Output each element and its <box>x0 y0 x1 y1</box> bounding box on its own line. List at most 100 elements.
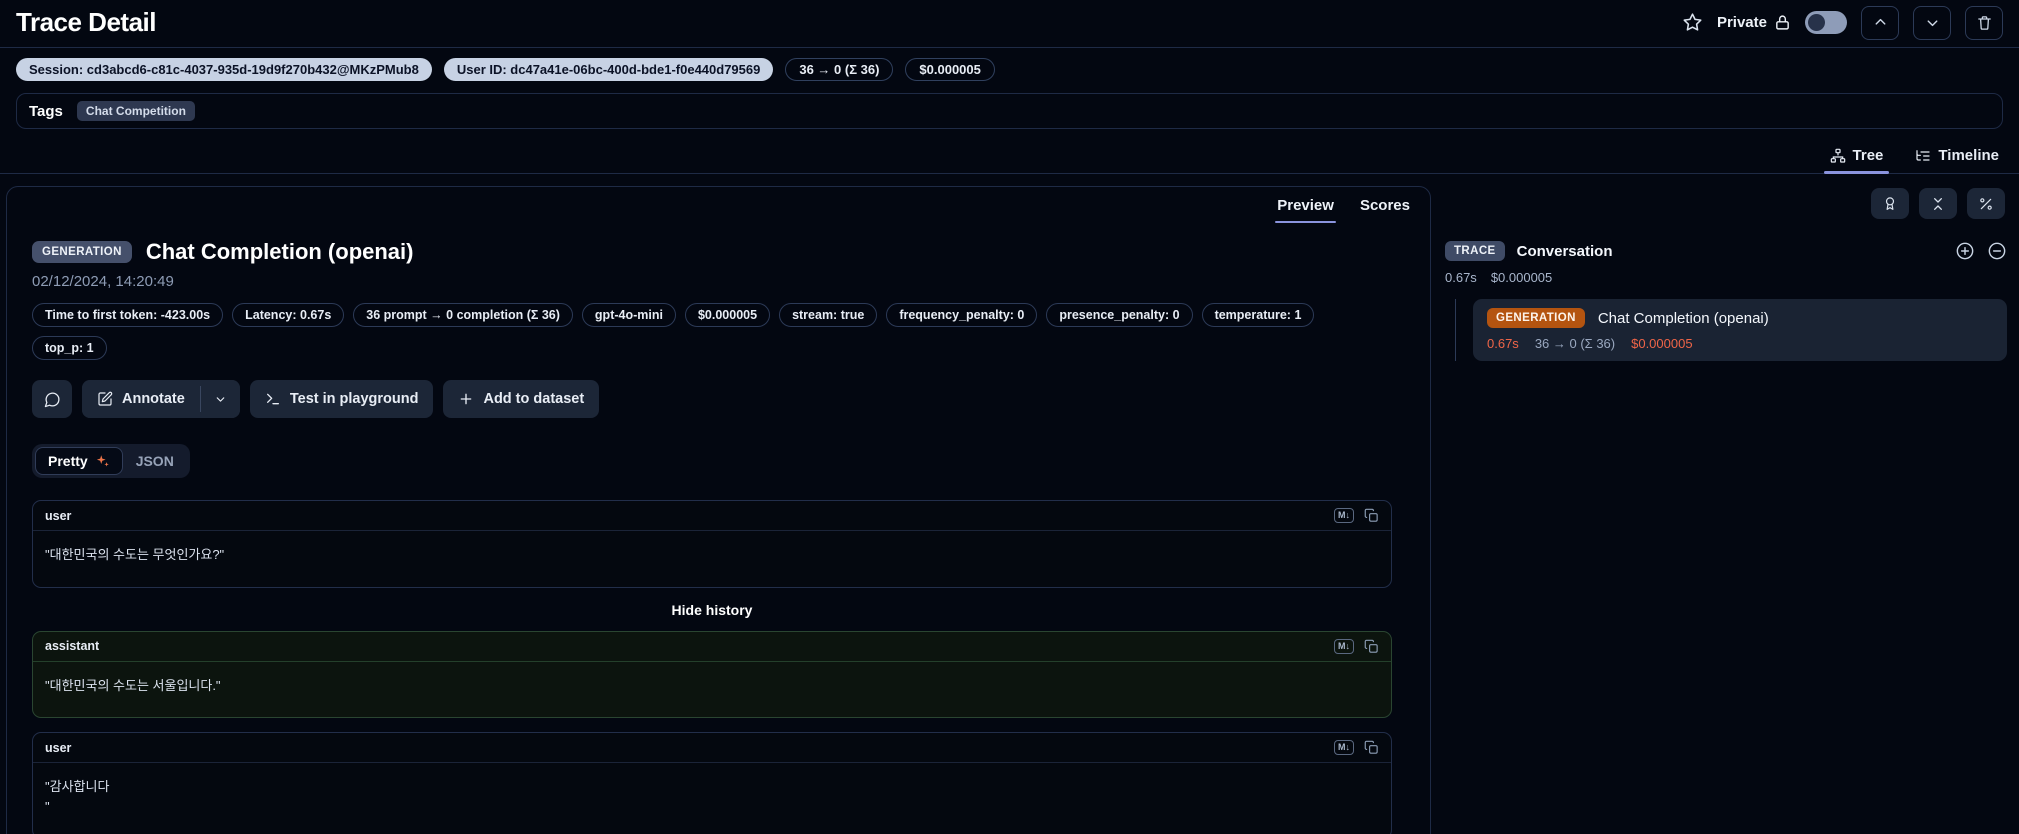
delete-trace-button[interactable] <box>1965 5 2003 40</box>
scores-award-button[interactable] <box>1871 188 1909 219</box>
public-private-toggle[interactable] <box>1805 11 1847 34</box>
percent-icon <box>1978 196 1994 212</box>
trace-tree-branch: GENERATION Chat Completion (openai) 0.67… <box>1441 299 2007 361</box>
generation-node-title: Chat Completion (openai) <box>1597 309 1769 327</box>
observation-timestamp: 02/12/2024, 14:20:49 <box>32 273 174 290</box>
node-cost: $0.000005 <box>1631 336 1693 351</box>
pretty-label: Pretty <box>48 453 88 469</box>
node-latency: 0.67s <box>1487 336 1519 351</box>
message-tools: M↓ <box>1334 740 1379 755</box>
top-bar: Trace Detail Private <box>0 0 2019 48</box>
pill-stream: stream: true <box>779 303 878 327</box>
message-role: user <box>45 740 72 755</box>
bookmark-star-button[interactable] <box>1682 12 1703 33</box>
annotate-label: Annotate <box>122 391 185 407</box>
preview-scores-tabs: Preview Scores <box>7 187 1430 223</box>
message-content: "대한민국의 수도는 서울입니다." <box>45 677 221 693</box>
edit-pencil-icon <box>97 391 113 407</box>
metrics-percent-button[interactable] <box>1967 188 2005 219</box>
add-to-dataset-label: Add to dataset <box>483 391 585 407</box>
pill-cost: $0.000005 <box>684 303 771 327</box>
copy-icon[interactable] <box>1364 508 1379 523</box>
message-role: assistant <box>45 639 100 653</box>
comment-button[interactable] <box>32 380 72 418</box>
format-json-button[interactable]: JSON <box>123 447 187 475</box>
metric-pills-row-1: Time to first token: -423.00s Latency: 0… <box>32 303 1405 327</box>
tab-tree-label: Tree <box>1852 147 1884 164</box>
top-bar-actions: Private <box>1682 5 2003 40</box>
markdown-toggle-icon[interactable]: M↓ <box>1334 740 1354 755</box>
user-id-badge[interactable]: User ID: dc47a41e-06bc-400d-bde1-f0e440d… <box>443 58 774 81</box>
message-tools: M↓ <box>1334 638 1379 654</box>
tag-chip-chat-competition[interactable]: Chat Competition <box>76 101 195 121</box>
message-content: "대한민국의 수도는 무엇인가요?" <box>45 547 225 562</box>
message-role: user <box>45 508 72 523</box>
tab-preview[interactable]: Preview <box>1275 197 1336 223</box>
previous-trace-button[interactable] <box>1861 5 1899 40</box>
lock-icon <box>1774 14 1791 31</box>
copy-icon[interactable] <box>1364 639 1379 654</box>
tree-icon <box>1830 148 1846 164</box>
tab-tree[interactable]: Tree <box>1823 139 1890 174</box>
message-header: user M↓ <box>33 501 1391 531</box>
generation-node-selected[interactable]: GENERATION Chat Completion (openai) 0.67… <box>1473 299 2007 361</box>
trace-latency: 0.67s <box>1445 270 1477 285</box>
format-toggle: Pretty JSON <box>32 444 190 478</box>
privacy-label: Private <box>1716 14 1767 31</box>
sparkles-icon <box>95 454 110 469</box>
tree-panel-toolbar <box>1441 186 2007 219</box>
annotate-dropdown-button[interactable] <box>200 380 240 418</box>
page-title: Trace Detail <box>16 7 156 37</box>
generation-node-badge: GENERATION <box>1487 308 1585 328</box>
timeline-icon <box>1915 148 1931 164</box>
trace-meta-row: Session: cd3abcd6-c81c-4037-935d-19d9f27… <box>0 48 2019 89</box>
annotate-split-button: Annotate <box>82 380 240 418</box>
playground-label: Test in playground <box>289 391 419 407</box>
message-header: assistant M↓ <box>33 632 1391 662</box>
tab-timeline[interactable]: Timeline <box>1913 139 2001 173</box>
collapse-all-button[interactable] <box>1919 188 1957 219</box>
collapse-vertical-icon <box>1930 196 1946 212</box>
total-cost-badge: $0.000005 <box>905 58 995 81</box>
chevron-down-icon <box>1924 14 1941 31</box>
award-icon <box>1882 196 1898 212</box>
observation-body: GENERATION Chat Completion (openai) 02/1… <box>7 223 1430 834</box>
observation-actions: Annotate Test in playground Add to datas… <box>32 380 1405 418</box>
plus-circle-icon <box>1955 241 1975 261</box>
pill-temperature: temperature: 1 <box>1201 303 1315 327</box>
minus-circle-icon <box>1987 241 2007 261</box>
test-in-playground-button[interactable]: Test in playground <box>249 380 434 418</box>
chevron-up-icon <box>1872 14 1889 31</box>
node-tokens: 36 → 0 (Σ 36) <box>1534 336 1616 351</box>
trace-name: Conversation <box>1516 242 1613 260</box>
pill-top-p: top_p: 1 <box>32 336 107 360</box>
trace-type-badge: TRACE <box>1445 241 1505 261</box>
trace-cost: $0.000005 <box>1490 270 1553 285</box>
expand-all-button[interactable] <box>1955 241 1975 261</box>
metric-pills-row-2: top_p: 1 <box>32 336 1405 360</box>
message-box-user-2: user M↓ "감사합니다 " <box>32 732 1392 834</box>
view-mode-tabs: Tree Timeline <box>0 139 2019 174</box>
collapse-tree-button[interactable] <box>1987 241 2007 261</box>
markdown-toggle-icon[interactable]: M↓ <box>1334 638 1354 654</box>
trace-tree-panel: TRACE Conversation 0.67s $0.000005 GENER… <box>1441 186 2013 361</box>
tab-scores[interactable]: Scores <box>1360 197 1410 223</box>
markdown-toggle-icon[interactable]: M↓ <box>1334 508 1354 523</box>
session-badge[interactable]: Session: cd3abcd6-c81c-4037-935d-19d9f27… <box>16 58 432 81</box>
tab-timeline-label: Timeline <box>1938 147 1999 164</box>
message-box-user-1: user M↓ "대한민국의 수도는 무엇인가요?" <box>32 500 1392 588</box>
format-pretty-button[interactable]: Pretty <box>35 447 123 475</box>
annotate-button[interactable]: Annotate <box>82 380 200 418</box>
copy-icon[interactable] <box>1364 740 1379 755</box>
generation-type-badge: GENERATION <box>32 241 132 263</box>
pill-presence-penalty: presence_penalty: 0 <box>1046 303 1193 327</box>
pill-time-to-first-token: Time to first token: -423.00s <box>32 303 224 327</box>
observation-header: GENERATION Chat Completion (openai) <box>32 239 1405 265</box>
pill-token-counts: 36 prompt → 0 completion (Σ 36) <box>353 303 573 327</box>
pill-frequency-penalty: frequency_penalty: 0 <box>886 303 1038 327</box>
hide-history-button[interactable]: Hide history <box>32 588 1392 631</box>
add-to-dataset-button[interactable]: Add to dataset <box>443 380 600 418</box>
trace-root-row[interactable]: TRACE Conversation <box>1441 241 2007 261</box>
next-trace-button[interactable] <box>1913 5 1951 40</box>
